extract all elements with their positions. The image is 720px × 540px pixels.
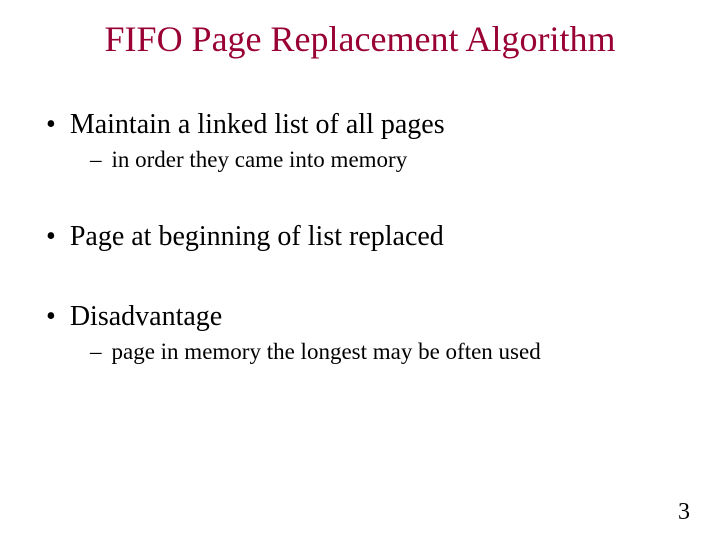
slide-content: • Maintain a linked list of all pages – …	[40, 109, 680, 365]
sub-bullet-item: – page in memory the longest may be ofte…	[46, 339, 680, 365]
bullet-marker: •	[46, 301, 56, 333]
sub-bullet-text: page in memory the longest may be often …	[112, 339, 541, 365]
bullet-item: • Maintain a linked list of all pages	[46, 109, 680, 141]
bullet-item: • Page at beginning of list replaced	[46, 221, 680, 253]
slide-title: FIFO Page Replacement Algorithm	[40, 18, 680, 61]
sub-bullet-text: in order they came into memory	[112, 147, 408, 173]
dash-marker: –	[90, 147, 102, 173]
bullet-text: Page at beginning of list replaced	[70, 221, 444, 253]
dash-marker: –	[90, 339, 102, 365]
slide: FIFO Page Replacement Algorithm • Mainta…	[0, 0, 720, 540]
bullet-marker: •	[46, 109, 56, 141]
sub-bullet-item: – in order they came into memory	[46, 147, 680, 173]
bullet-text: Disadvantage	[70, 301, 222, 333]
bullet-item: • Disadvantage	[46, 301, 680, 333]
page-number: 3	[678, 499, 690, 526]
bullet-marker: •	[46, 221, 56, 253]
spacer	[46, 179, 680, 221]
bullet-text: Maintain a linked list of all pages	[70, 109, 445, 141]
spacer	[46, 259, 680, 301]
